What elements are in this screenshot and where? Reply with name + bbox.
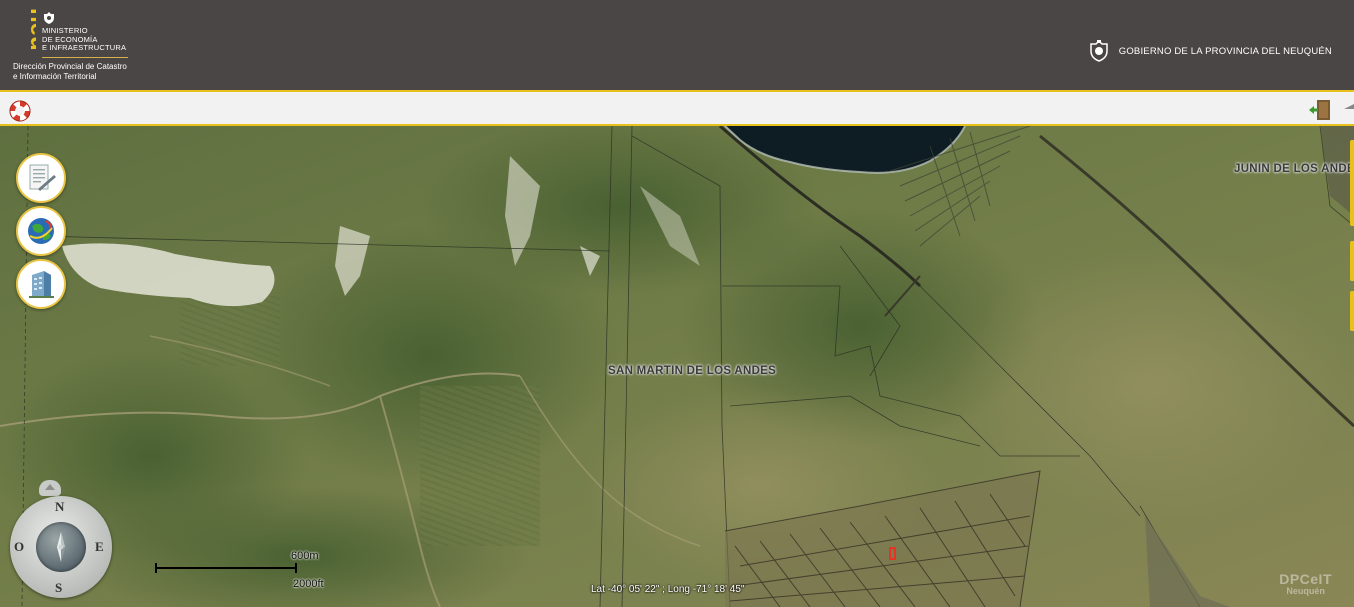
scale-metric-label: 600m [291,550,319,562]
label-san-martin-de-los-andes: SAN MARTIN DE LOS ANDES [608,365,777,377]
svg-text:neu: neu [25,8,36,51]
app-header: neu MINISTERIO DE ECONOMÍA E INFRAESTRUC… [0,0,1354,90]
globe-layers-icon [28,218,54,244]
government-brand: GOBIERNO DE LA PROVINCIA DEL NEUQUÉN [1089,40,1332,62]
collapse-arrow-icon[interactable] [1344,104,1354,114]
lifebuoy-icon[interactable] [8,99,32,123]
exit-door-icon[interactable] [1308,98,1332,122]
compass-east[interactable]: E [95,539,104,555]
watermark: DPCeIT Neuquén [1279,572,1332,596]
building-icon [29,271,54,298]
label-junin-de-los-andes: JUNIN DE LOS ANDES [1234,163,1354,175]
document-pen-icon [29,164,56,191]
ministry-line-3: E INFRAESTRUCTURA [42,43,127,52]
toolbar [0,90,1354,126]
coordinates-readout: Lat -40° 05' 22" ; Long -71° 18' 45" [591,584,745,595]
ministry-name: MINISTERIO DE ECONOMÍA E INFRAESTRUCTURA [42,12,126,53]
logo-divider [42,57,128,58]
government-name: GOBIERNO DE LA PROVINCIA DEL NEUQUÉN [1118,45,1332,57]
zoom-in-button[interactable] [39,480,61,496]
provincial-crest-icon [44,12,54,24]
building-tool-button[interactable] [16,259,66,309]
triangle-up-icon [45,484,55,490]
scale-bar [155,563,297,573]
layers-tool-button[interactable] [16,206,66,256]
scale-imperial-label: 2000ft [293,578,324,590]
watermark-line-2: Neuquén [1286,586,1325,596]
right-panel-tab-2[interactable] [1350,241,1354,281]
compass-needle-icon [57,532,65,562]
direccion-line-2: e Información Territorial [13,72,97,81]
compass-north[interactable]: N [55,499,64,515]
neu-logo: neu [25,8,36,51]
government-crest-icon [1089,40,1108,62]
compass-south[interactable]: S [55,580,62,596]
map-viewport[interactable]: SAN MARTIN DE LOS ANDES JUNIN DE LOS AND… [0,126,1354,607]
direccion-line-1: Dirección Provincial de Catastro [13,62,127,71]
right-panel-tab-1[interactable] [1350,140,1354,226]
compass-control[interactable]: N S E O [10,496,112,598]
compass-west[interactable]: O [14,539,24,555]
direccion-name: Dirección Provincial de Catastro e Infor… [13,62,127,82]
right-panel-tab-3[interactable] [1350,291,1354,331]
watermark-line-1: DPCeIT [1279,571,1332,587]
document-tool-button[interactable] [16,153,66,203]
